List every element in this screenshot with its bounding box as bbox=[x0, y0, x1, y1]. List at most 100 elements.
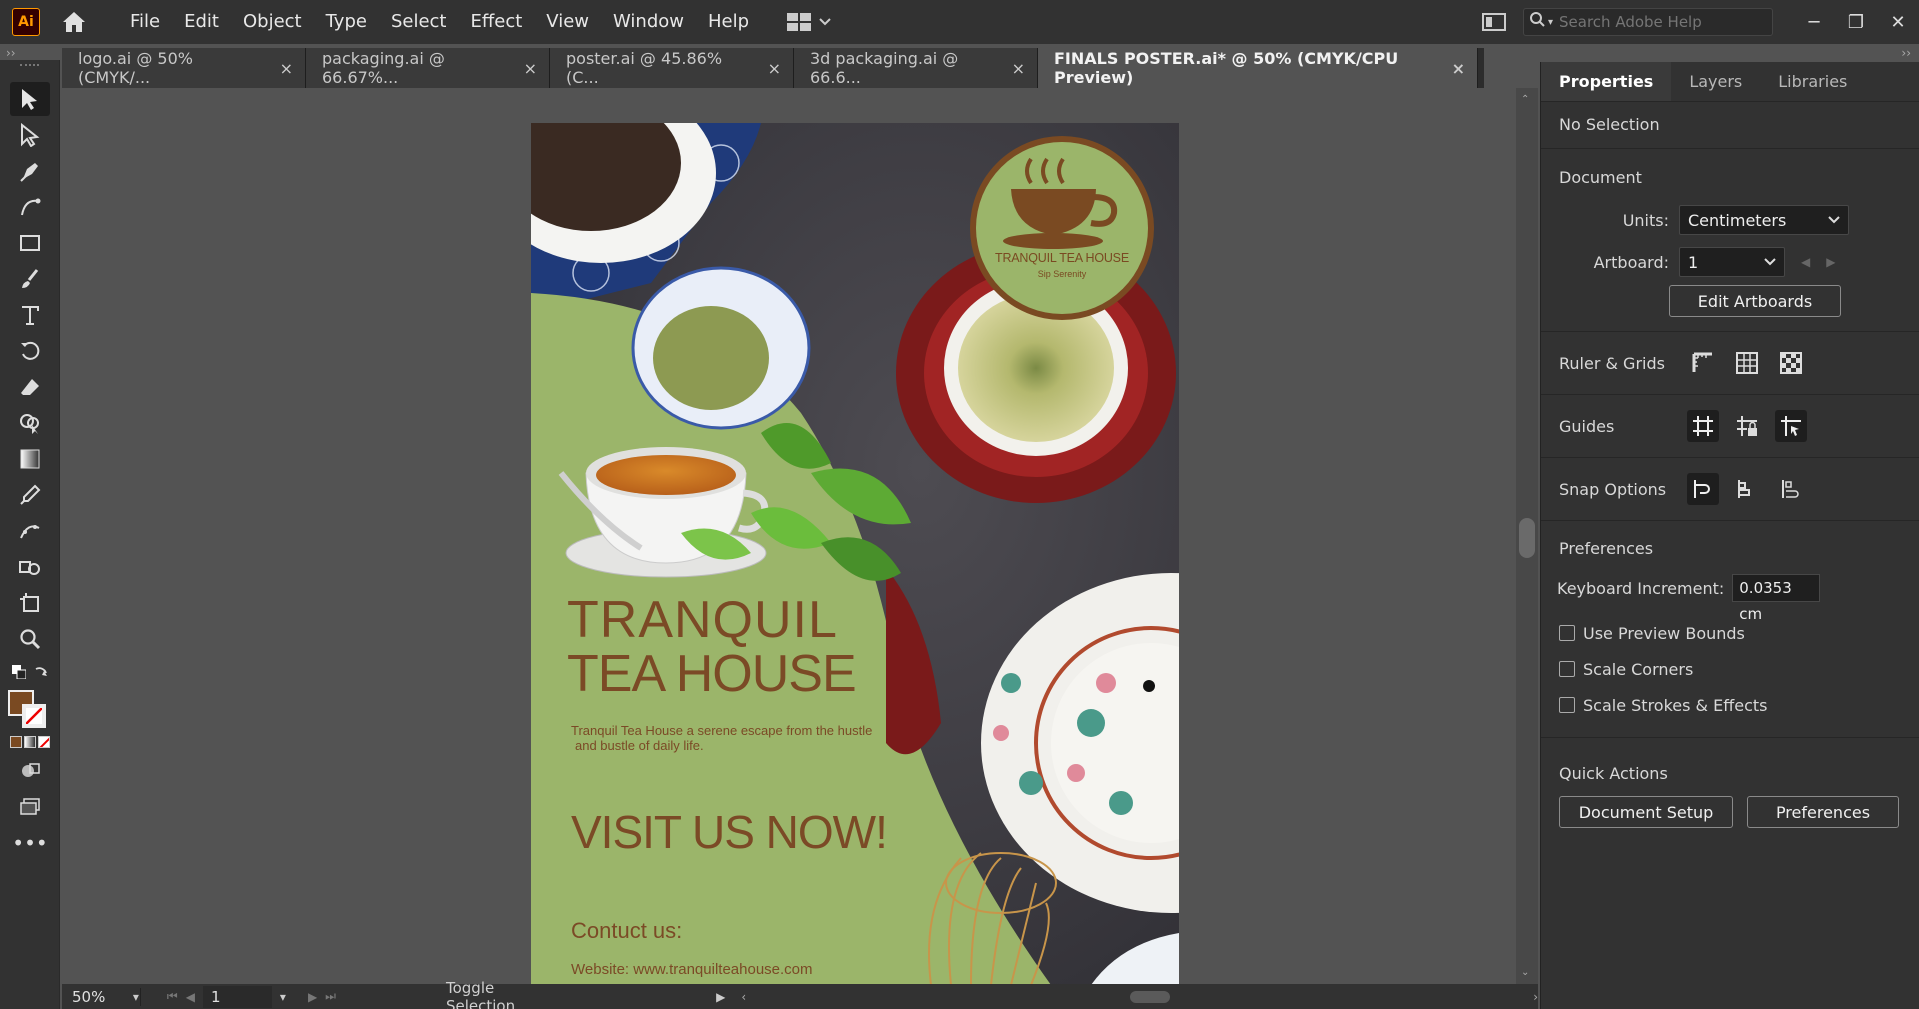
curvature-tool-icon[interactable] bbox=[10, 190, 50, 224]
workspace-switcher[interactable] bbox=[787, 13, 831, 31]
minimize-icon[interactable]: ─ bbox=[1793, 12, 1835, 33]
menu-type[interactable]: Type bbox=[314, 0, 379, 44]
edit-artboards-button[interactable]: Edit Artboards bbox=[1669, 285, 1841, 317]
paintbrush-tool-icon[interactable] bbox=[10, 262, 50, 296]
scroll-up-icon[interactable]: ⌃ bbox=[1521, 94, 1529, 105]
screen-mode-icon[interactable] bbox=[10, 790, 50, 824]
close-icon[interactable]: × bbox=[768, 59, 781, 78]
menu-view[interactable]: View bbox=[534, 0, 601, 44]
first-artboard-icon[interactable]: ⏮ bbox=[167, 989, 178, 1004]
next-artboard-icon[interactable]: ▶ bbox=[308, 990, 317, 1004]
menu-window[interactable]: Window bbox=[601, 0, 696, 44]
collapse-toolbar-icon[interactable]: ›› bbox=[6, 46, 16, 60]
artboard[interactable]: TRANQUIL TEA HOUSE Sip Serenity TRANQUIL… bbox=[531, 123, 1179, 985]
selection-tool-icon[interactable] bbox=[10, 82, 50, 116]
search-box[interactable]: ▾ bbox=[1523, 8, 1773, 36]
snap-to-point-icon[interactable] bbox=[1687, 473, 1719, 505]
lock-guides-icon[interactable] bbox=[1731, 410, 1763, 442]
checkbox-box[interactable] bbox=[1559, 661, 1575, 677]
rectangle-tool-icon[interactable] bbox=[10, 226, 50, 260]
smart-guides-icon[interactable] bbox=[1775, 410, 1807, 442]
prev-artboard-icon[interactable]: ◀ bbox=[186, 990, 195, 1004]
home-icon[interactable] bbox=[60, 8, 88, 36]
search-input[interactable] bbox=[1559, 13, 1760, 31]
tab-layers[interactable]: Layers bbox=[1671, 62, 1760, 101]
gradient-mode-icon[interactable] bbox=[24, 736, 36, 748]
horizontal-scrollbar[interactable] bbox=[756, 990, 1523, 1003]
puppet-warp-tool-icon[interactable] bbox=[10, 514, 50, 548]
zoom-tool-icon[interactable] bbox=[10, 622, 50, 656]
scale-corners-checkbox[interactable]: Scale Corners bbox=[1541, 651, 1919, 687]
shape-builder-tool-icon[interactable] bbox=[10, 406, 50, 440]
pen-tool-icon[interactable] bbox=[10, 154, 50, 188]
show-guides-icon[interactable] bbox=[1687, 410, 1719, 442]
type-tool-icon[interactable] bbox=[10, 298, 50, 332]
swap-colors-icon[interactable] bbox=[33, 664, 49, 684]
next-artboard-arrow-icon[interactable]: ▶ bbox=[1826, 255, 1835, 269]
drawing-mode-icon[interactable] bbox=[10, 754, 50, 788]
menu-edit[interactable]: Edit bbox=[172, 0, 231, 44]
close-icon[interactable]: × bbox=[524, 59, 537, 78]
collapse-panel-icon[interactable]: ›› bbox=[1901, 46, 1911, 60]
scale-strokes-effects-checkbox[interactable]: Scale Strokes & Effects bbox=[1541, 687, 1919, 723]
checkbox-box[interactable] bbox=[1559, 697, 1575, 713]
symbol-sprayer-tool-icon[interactable] bbox=[10, 550, 50, 584]
eyedropper-tool-icon[interactable] bbox=[10, 478, 50, 512]
rotate-tool-icon[interactable] bbox=[10, 334, 50, 368]
scroll-down-icon[interactable]: ⌄ bbox=[1521, 967, 1529, 978]
preferences-button[interactable]: Preferences bbox=[1747, 796, 1899, 828]
menu-file[interactable]: File bbox=[118, 0, 172, 44]
tab-logo[interactable]: logo.ai @ 50% (CMYK/... × bbox=[62, 48, 306, 88]
snap-to-glyph-icon[interactable] bbox=[1775, 473, 1807, 505]
document-setup-button[interactable]: Document Setup bbox=[1559, 796, 1733, 828]
snap-to-pixel-icon[interactable] bbox=[1731, 473, 1763, 505]
rulers-icon[interactable] bbox=[1687, 347, 1719, 379]
more-tools-icon[interactable]: ••• bbox=[10, 826, 50, 860]
scroll-left-icon[interactable]: ‹ bbox=[741, 990, 746, 1004]
artboard-number[interactable]: 1 bbox=[202, 985, 272, 1008]
artboard-tool-icon[interactable] bbox=[10, 586, 50, 620]
default-colors-icon[interactable] bbox=[12, 664, 27, 684]
tab-poster[interactable]: poster.ai @ 45.86% (C... × bbox=[550, 48, 794, 88]
tab-packaging[interactable]: packaging.ai @ 66.67%... × bbox=[306, 48, 550, 88]
transparency-grid-icon[interactable] bbox=[1775, 347, 1807, 379]
tab-libraries[interactable]: Libraries bbox=[1760, 62, 1865, 101]
direct-selection-tool-icon[interactable] bbox=[10, 118, 50, 152]
close-icon[interactable]: × bbox=[280, 59, 293, 78]
eraser-tool-icon[interactable] bbox=[10, 370, 50, 404]
status-text[interactable]: Toggle Selection bbox=[446, 979, 566, 1009]
artboard-chevron-icon[interactable]: ▾ bbox=[280, 990, 286, 1004]
scroll-right-icon[interactable]: › bbox=[1533, 990, 1538, 1004]
tab-finals-poster[interactable]: FINALS POSTER.ai* @ 50% (CMYK/CPU Previe… bbox=[1038, 48, 1478, 88]
toolbar-grip[interactable] bbox=[20, 64, 39, 78]
tab-3d-packaging[interactable]: 3d packaging.ai @ 66.6... × bbox=[794, 48, 1038, 88]
menu-select[interactable]: Select bbox=[379, 0, 459, 44]
gradient-tool-icon[interactable] bbox=[10, 442, 50, 476]
artboard-dropdown[interactable]: 1 bbox=[1679, 247, 1785, 277]
last-artboard-icon[interactable]: ⏭ bbox=[325, 989, 336, 1004]
zoom-level[interactable]: 50% bbox=[62, 987, 141, 1006]
use-preview-bounds-checkbox[interactable]: Use Preview Bounds bbox=[1541, 615, 1919, 651]
menu-effect[interactable]: Effect bbox=[458, 0, 534, 44]
checkbox-box[interactable] bbox=[1559, 625, 1575, 641]
restore-icon[interactable]: ❐ bbox=[1835, 12, 1877, 33]
prev-artboard-arrow-icon[interactable]: ◀ bbox=[1801, 255, 1810, 269]
grid-icon[interactable] bbox=[1731, 347, 1763, 379]
vertical-scrollbar[interactable]: ⌃ ⌄ bbox=[1516, 88, 1538, 984]
tab-properties[interactable]: Properties bbox=[1541, 62, 1672, 101]
close-window-icon[interactable]: ✕ bbox=[1877, 12, 1919, 33]
zoom-chevron-icon[interactable]: ▾ bbox=[133, 990, 139, 1004]
keyboard-increment-input[interactable]: 0.0353 cm bbox=[1732, 574, 1821, 623]
units-dropdown[interactable]: Centimeters bbox=[1679, 205, 1849, 235]
menu-help[interactable]: Help bbox=[696, 0, 761, 44]
scroll-thumb[interactable] bbox=[1519, 518, 1535, 558]
close-icon[interactable]: × bbox=[1452, 59, 1465, 78]
color-mode-icon[interactable] bbox=[10, 736, 22, 748]
horizontal-scroll-thumb[interactable] bbox=[1130, 990, 1171, 1003]
status-menu-icon[interactable]: ▶ bbox=[716, 990, 725, 1004]
menu-object[interactable]: Object bbox=[231, 0, 314, 44]
arrange-documents-icon[interactable] bbox=[1479, 10, 1509, 34]
close-icon[interactable]: × bbox=[1012, 59, 1025, 78]
stroke-swatch[interactable] bbox=[22, 704, 46, 728]
none-mode-icon[interactable] bbox=[38, 736, 50, 748]
